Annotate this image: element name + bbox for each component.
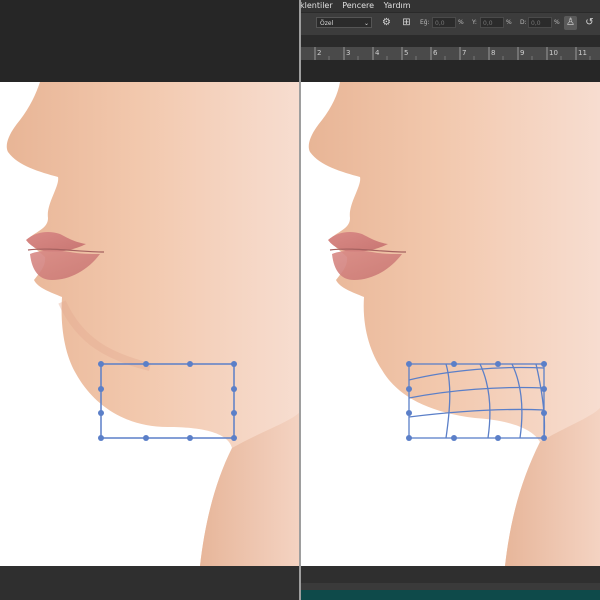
transform-handle[interactable]: [98, 361, 104, 367]
warp-handle[interactable]: [406, 361, 412, 367]
warp-handle[interactable]: [541, 435, 547, 441]
warp-mesh[interactable]: [300, 0, 600, 600]
before-panel: [0, 0, 300, 600]
transform-handle[interactable]: [98, 435, 104, 441]
warp-handle[interactable]: [541, 361, 547, 367]
transform-handle[interactable]: [231, 386, 237, 392]
warp-handle[interactable]: [406, 435, 412, 441]
panel-strip: [300, 583, 600, 590]
transform-handle[interactable]: [187, 435, 193, 441]
after-panel: klentiler Pencere Yardım Özel ⌄ ⚙ ⊞ Eğ: …: [300, 0, 600, 600]
transform-handle[interactable]: [231, 435, 237, 441]
transform-handle[interactable]: [231, 361, 237, 367]
status-area: [0, 566, 300, 600]
transform-handle[interactable]: [187, 361, 193, 367]
panel-divider: [299, 0, 301, 600]
layer-bar: [300, 590, 600, 600]
warp-handle[interactable]: [406, 386, 412, 392]
transform-handle[interactable]: [98, 410, 104, 416]
transform-handle[interactable]: [98, 386, 104, 392]
warp-handle[interactable]: [406, 410, 412, 416]
warp-handle[interactable]: [541, 386, 547, 392]
warp-handle[interactable]: [451, 361, 457, 367]
transform-handle[interactable]: [143, 361, 149, 367]
warp-handle[interactable]: [495, 361, 501, 367]
warp-handle[interactable]: [451, 435, 457, 441]
transform-handle[interactable]: [231, 410, 237, 416]
warp-handle[interactable]: [495, 435, 501, 441]
warp-handle[interactable]: [541, 410, 547, 416]
transform-box[interactable]: [0, 0, 300, 600]
transform-handle[interactable]: [143, 435, 149, 441]
